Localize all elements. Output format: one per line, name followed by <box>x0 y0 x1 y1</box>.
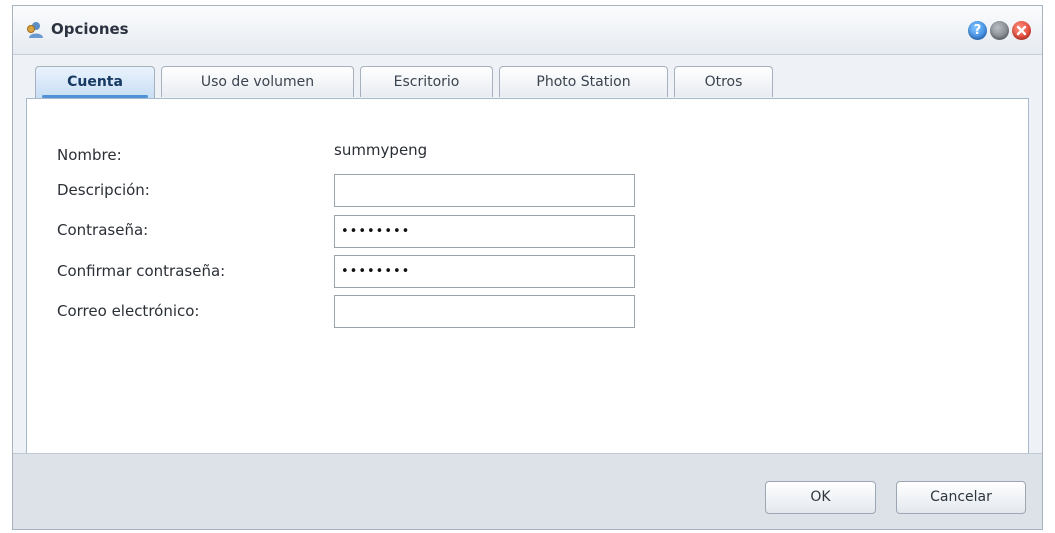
email-label: Correo electrónico: <box>57 302 200 320</box>
tab-otros[interactable]: Otros <box>674 66 773 97</box>
user-options-icon <box>27 22 43 38</box>
tab-escritorio[interactable]: Escritorio <box>360 66 493 97</box>
title-bar[interactable]: Opciones ? <box>13 6 1042 55</box>
tab-cuenta[interactable]: Cuenta <box>35 66 155 99</box>
help-icon[interactable]: ? <box>968 21 987 40</box>
account-form-panel: Nombre: summypeng Descripción: Contraseñ… <box>26 98 1029 458</box>
options-window: Opciones ? Cuenta Uso de volumen Escrito… <box>12 5 1043 530</box>
description-input[interactable] <box>334 174 635 207</box>
confirm-password-input[interactable]: •••••••• <box>334 255 635 288</box>
password-input[interactable]: •••••••• <box>334 215 635 248</box>
window-title: Opciones <box>51 20 129 38</box>
password-label: Contraseña: <box>57 221 149 239</box>
name-label: Nombre: <box>57 146 122 164</box>
name-value: summypeng <box>334 141 428 159</box>
cancel-button[interactable]: Cancelar <box>896 481 1026 514</box>
tab-uso-de-volumen[interactable]: Uso de volumen <box>161 66 354 97</box>
ok-button[interactable]: OK <box>765 481 876 514</box>
minimize-icon[interactable] <box>990 21 1009 40</box>
close-icon[interactable] <box>1012 21 1031 40</box>
description-label: Descripción: <box>57 181 150 199</box>
tab-photo-station[interactable]: Photo Station <box>499 66 668 97</box>
dialog-footer: OK Cancelar <box>13 453 1042 529</box>
confirm-password-label: Confirmar contraseña: <box>57 262 226 280</box>
email-input[interactable] <box>334 295 635 328</box>
